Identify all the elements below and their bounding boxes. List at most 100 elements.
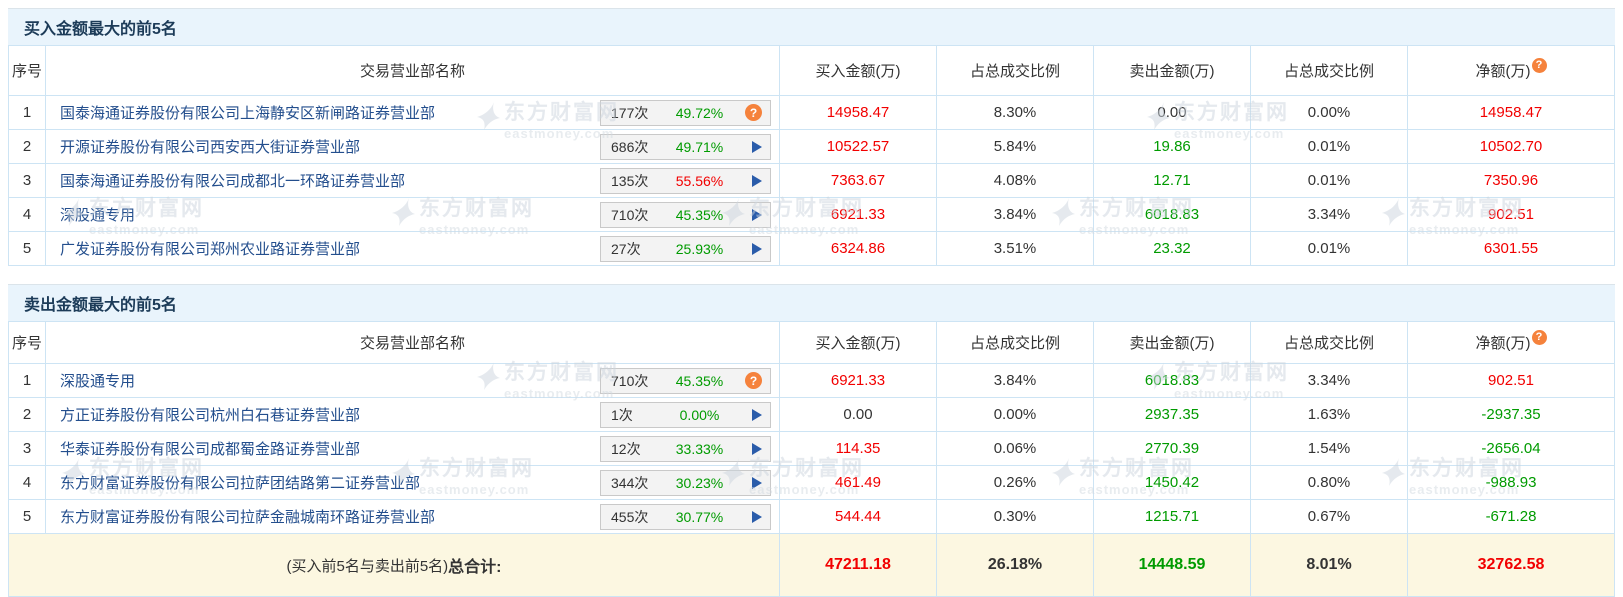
rank-cell: 5 — [9, 500, 46, 533]
expand-arrow-icon[interactable] — [752, 243, 762, 255]
sell-ratio-cell: 0.00% — [1251, 96, 1408, 129]
net-amount-cell: 14958.47 — [1408, 96, 1614, 129]
buy-amount: 14958.47 — [827, 104, 890, 121]
sell-amount: 19.86 — [1153, 138, 1191, 155]
expand-arrow-icon[interactable] — [752, 175, 762, 187]
trade-count-badge[interactable]: 27次 25.93% ? — [600, 236, 771, 262]
trade-count-badge[interactable]: 710次 45.35% ? — [600, 202, 771, 228]
sell-ratio: 1.63% — [1308, 406, 1351, 423]
buy-ratio-cell: 8.30% — [937, 96, 1094, 129]
badge-icon-box: ? — [742, 141, 762, 153]
buy-ratio: 3.84% — [994, 206, 1037, 223]
branch-name-link[interactable]: 国泰海通证券股份有限公司上海静安区新闸路证券营业部 — [60, 102, 600, 123]
win-rate: 45.35% — [657, 207, 742, 223]
col-header-rank: 序号 — [9, 46, 46, 95]
sell-amount: 1215.71 — [1145, 508, 1199, 525]
rank-cell: 4 — [9, 466, 46, 499]
expand-arrow-icon[interactable] — [752, 511, 762, 523]
branch-name-link[interactable]: 华泰证券股份有限公司成都蜀金路证券营业部 — [60, 438, 600, 459]
branch-name-link[interactable]: 广发证券股份有限公司郑州农业路证券营业部 — [60, 238, 600, 259]
grand-total-label-cell: (买入前5名与卖出前5名) 总合计: — [9, 534, 780, 596]
trade-count-badge[interactable]: 177次 49.72% ? — [600, 100, 771, 126]
sell-amount: 6018.83 — [1145, 206, 1199, 223]
expand-arrow-icon[interactable] — [752, 443, 762, 455]
section-title-top-buyers: 买入金额最大的前5名 — [8, 8, 1615, 45]
expand-arrow-icon[interactable] — [752, 141, 762, 153]
branch-name-link[interactable]: 国泰海通证券股份有限公司成都北一环路证券营业部 — [60, 170, 600, 191]
col-header-branch-name: 交易营业部名称 — [46, 46, 780, 95]
table-row: 4 东方财富证券股份有限公司拉萨团结路第二证券营业部 344次 30.23% ?… — [9, 466, 1614, 500]
trade-count-badge[interactable]: 455次 30.77% ? — [600, 504, 771, 530]
trade-count: 27次 — [611, 239, 657, 259]
sell-amount-cell: 1450.42 — [1094, 466, 1251, 499]
rank-cell: 2 — [9, 130, 46, 163]
net-header-label: 净额(万) — [1476, 60, 1531, 81]
buy-ratio-cell: 0.30% — [937, 500, 1094, 533]
rank-number: 1 — [23, 372, 31, 389]
expand-arrow-icon[interactable] — [752, 209, 762, 221]
sell-ratio: 0.01% — [1308, 240, 1351, 257]
branch-name-link[interactable]: 开源证券股份有限公司西安西大街证券营业部 — [60, 136, 600, 157]
badge-icon-box: ? — [742, 511, 762, 523]
help-icon[interactable]: ? — [1532, 58, 1547, 73]
branch-name-link[interactable]: 方正证券股份有限公司杭州白石巷证券营业部 — [60, 404, 600, 425]
total-sell-ratio: 8.01% — [1251, 534, 1408, 596]
buy-amount: 7363.67 — [831, 172, 885, 189]
table-row: 2 开源证券股份有限公司西安西大街证券营业部 686次 49.71% ? 105… — [9, 130, 1614, 164]
table-row: 1 国泰海通证券股份有限公司上海静安区新闸路证券营业部 177次 49.72% … — [9, 96, 1614, 130]
col-header-buy-amount: 买入金额(万) — [780, 322, 937, 363]
net-amount-cell: -671.28 — [1408, 500, 1614, 533]
help-icon[interactable]: ? — [745, 372, 762, 389]
branch-name-cell: 方正证券股份有限公司杭州白石巷证券营业部 1次 0.00% ? — [46, 398, 780, 431]
sell-ratio: 1.54% — [1308, 440, 1351, 457]
sell-amount-cell: 2937.35 — [1094, 398, 1251, 431]
help-icon[interactable]: ? — [745, 104, 762, 121]
buy-ratio-cell: 0.00% — [937, 398, 1094, 431]
rank-cell: 2 — [9, 398, 46, 431]
buy-amount-cell: 10522.57 — [780, 130, 937, 163]
top-sellers-rows: 1 深股通专用 710次 45.35% ? 6921.33 3.84% 6018… — [9, 364, 1614, 534]
help-icon[interactable]: ? — [1532, 330, 1547, 345]
rank-number: 2 — [23, 406, 31, 423]
buy-amount-cell: 6921.33 — [780, 364, 937, 397]
net-amount: -988.93 — [1486, 474, 1537, 491]
branch-name-link[interactable]: 东方财富证券股份有限公司拉萨金融城南环路证券营业部 — [60, 506, 600, 527]
table-row: 2 方正证券股份有限公司杭州白石巷证券营业部 1次 0.00% ? 0.00 0… — [9, 398, 1614, 432]
expand-arrow-icon[interactable] — [752, 409, 762, 421]
trade-count-badge[interactable]: 12次 33.33% ? — [600, 436, 771, 462]
col-header-sell-ratio: 占总成交比例 — [1251, 46, 1408, 95]
net-amount: -2937.35 — [1481, 406, 1540, 423]
trade-count: 135次 — [611, 171, 657, 191]
trade-count-badge[interactable]: 344次 30.23% ? — [600, 470, 771, 496]
win-rate: 45.35% — [657, 373, 742, 389]
branch-name-link[interactable]: 东方财富证券股份有限公司拉萨团结路第二证券营业部 — [60, 472, 600, 493]
rank-cell: 3 — [9, 164, 46, 197]
sell-ratio: 0.67% — [1308, 508, 1351, 525]
sell-amount: 0.00 — [1157, 104, 1186, 121]
rank-number: 3 — [23, 440, 31, 457]
buy-ratio: 4.08% — [994, 172, 1037, 189]
trade-count-badge[interactable]: 135次 55.56% ? — [600, 168, 771, 194]
trade-count-badge[interactable]: 1次 0.00% ? — [600, 402, 771, 428]
net-amount: 10502.70 — [1480, 138, 1543, 155]
trade-count-badge[interactable]: 686次 49.71% ? — [600, 134, 771, 160]
net-amount-cell: 10502.70 — [1408, 130, 1614, 163]
rank-number: 5 — [23, 508, 31, 525]
section-title-top-sellers: 卖出金额最大的前5名 — [8, 284, 1615, 321]
grand-total-label: 总合计: — [448, 553, 501, 577]
total-sell-amount: 14448.59 — [1094, 534, 1251, 596]
buy-ratio: 8.30% — [994, 104, 1037, 121]
rank-number: 4 — [23, 474, 31, 491]
net-header-label: 净额(万) — [1476, 332, 1531, 353]
col-header-net-amount: 净额(万) ? — [1408, 46, 1614, 95]
badge-icon-box: ? — [742, 175, 762, 187]
table-row: 3 国泰海通证券股份有限公司成都北一环路证券营业部 135次 55.56% ? … — [9, 164, 1614, 198]
branch-name-link[interactable]: 深股通专用 — [60, 204, 600, 225]
grand-total-row: (买入前5名与卖出前5名) 总合计: 47211.18 26.18% 14448… — [9, 534, 1614, 597]
branch-name-link[interactable]: 深股通专用 — [60, 370, 600, 391]
rank-number: 4 — [23, 206, 31, 223]
sell-amount-cell: 6018.83 — [1094, 364, 1251, 397]
trade-count-badge[interactable]: 710次 45.35% ? — [600, 368, 771, 394]
sell-amount-cell: 0.00 — [1094, 96, 1251, 129]
expand-arrow-icon[interactable] — [752, 477, 762, 489]
